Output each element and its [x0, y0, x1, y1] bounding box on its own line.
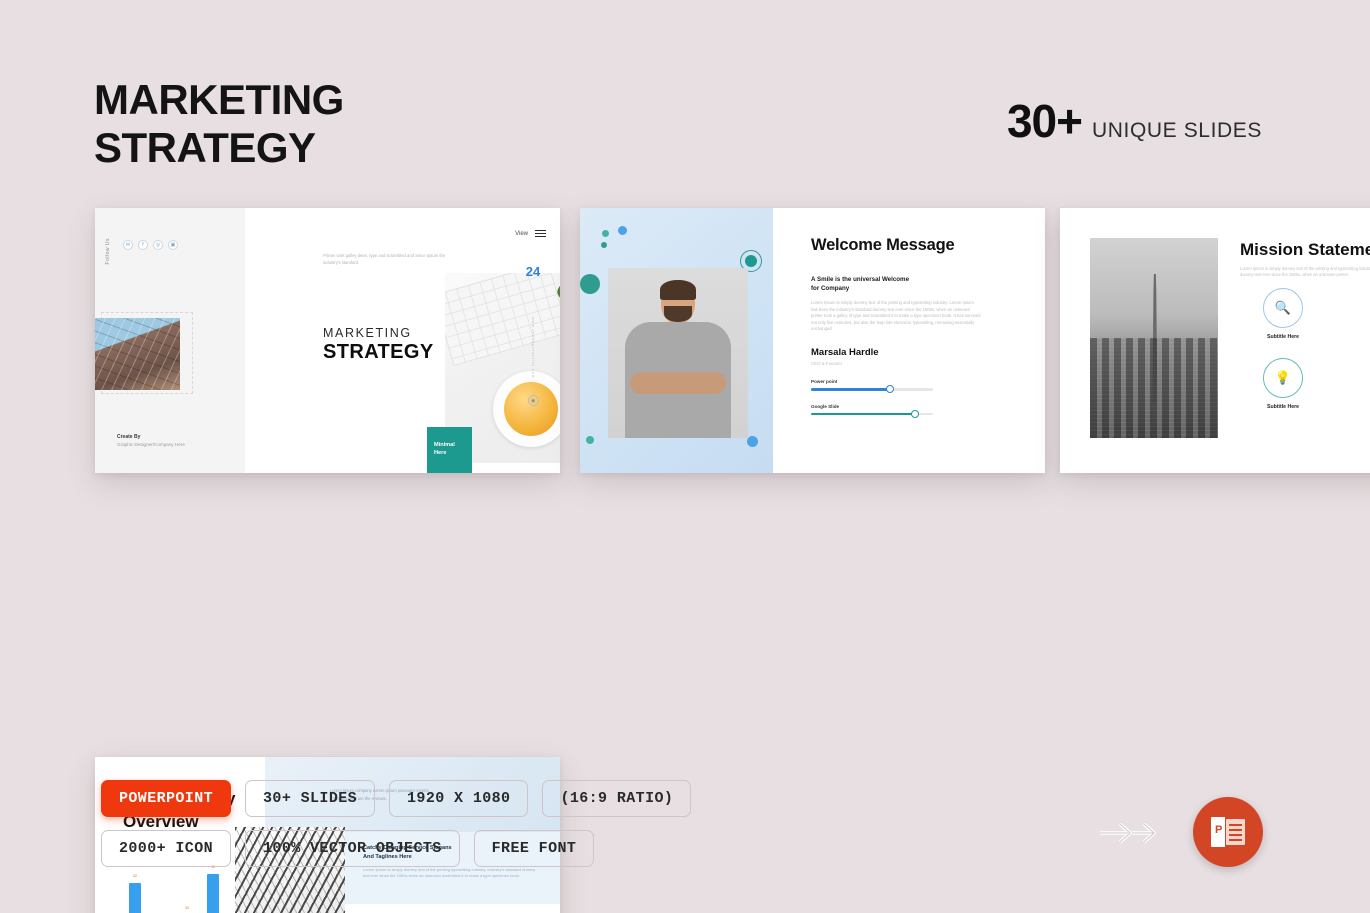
deco-dot-teal-sm	[602, 230, 609, 237]
skill-bar-fill	[811, 387, 891, 391]
unique-slides-callout: 30+ UNIQUE SLIDES	[1007, 94, 1262, 148]
deco-dot-teal-bottom	[586, 436, 594, 444]
mail-icon[interactable]: ✉	[123, 240, 133, 250]
page-title: MARKETING STRATEGY	[94, 76, 344, 171]
deco-dot-blue-sm	[618, 226, 627, 235]
hamburger-menu-icon[interactable]	[535, 230, 546, 238]
badge-powerpoint[interactable]: POWERPOINT	[101, 780, 232, 817]
powerpoint-logo-icon: P	[1193, 797, 1263, 867]
slide2-person-role: CEO & Founder	[811, 360, 843, 366]
mission-item-caption: Subtitle Here	[1267, 404, 1299, 410]
slide3-icon-grid: 🔍 Subtitle Here 📊 Subtitle Here 💡 Subtit…	[1240, 288, 1370, 410]
slide1-nav[interactable]: View	[515, 230, 546, 238]
building-photo	[95, 318, 180, 390]
slide1-eyebrow: MARKETING	[323, 326, 412, 340]
view-label[interactable]: View	[515, 231, 528, 237]
skill-bar-label: Google Slide	[811, 403, 840, 409]
skill-bar-track[interactable]	[811, 385, 933, 394]
lightbulb-idea-icon: 💡	[1263, 358, 1303, 398]
skill-bar-track[interactable]	[811, 409, 933, 418]
badge-free-font[interactable]: FREE FONT	[473, 830, 595, 867]
slide3-lead: Lorem Ipsum is simply dummy text of the …	[1240, 266, 1370, 278]
mission-item[interactable]: 🔍 Subtitle Here	[1240, 288, 1326, 340]
poster-canvas: MARKETING STRATEGY 30+ UNIQUE SLIDES Fol…	[0, 0, 1370, 913]
powerpoint-fold-shape: P	[1211, 817, 1225, 847]
feature-badges: POWERPOINT 30+ SLIDES 1920 X 1080 (16:9 …	[101, 780, 741, 880]
slide3-title: Mission Statement	[1240, 240, 1370, 259]
skill-bar-label: Power point	[811, 378, 838, 384]
created-by-value: Graphic Designer/Company Here	[117, 442, 185, 447]
slide1-lorem-text: Printer took galley deter, type and scra…	[323, 253, 446, 265]
portrait-photo	[608, 268, 748, 438]
mission-item[interactable]: 📊 Subtitle Here	[1350, 288, 1370, 340]
deco-dot-ring-core	[745, 255, 757, 267]
mission-item-caption: Subtitle Here	[1267, 334, 1299, 340]
slide-thumbnail-welcome-message[interactable]: Welcome Message A Smile is the universal…	[580, 208, 1045, 473]
badge-icons[interactable]: 2000+ ICON	[101, 830, 232, 867]
skill-bar-googleslide[interactable]: Google Slide	[811, 403, 933, 418]
skill-bar-powerpoint[interactable]: Power point	[811, 378, 933, 394]
slide-thumbnail-mission-statement[interactable]: Mission Statement Lorem Ipsum is simply …	[1060, 208, 1370, 473]
powerpoint-logo-inner: P	[1211, 817, 1245, 847]
slide1-lorem-block: Printer took galley deter, type and scra…	[323, 252, 453, 266]
slides-count-label: UNIQUE SLIDES	[1091, 119, 1262, 142]
slide2-subtitle: A Smile is the universal Welcome for Com…	[811, 276, 910, 292]
facebook-icon[interactable]: f	[138, 240, 148, 250]
city-skyline-photo	[1090, 238, 1218, 438]
follow-us-label: Follow Us	[105, 238, 111, 265]
mission-item-caption: Subtitle Here	[1350, 334, 1370, 340]
double-arrow-right-icon	[1098, 818, 1170, 848]
chart-bar: 42	[129, 874, 141, 913]
slide2-left-panel	[580, 208, 773, 473]
slide1-left-panel: Follow Us ✉ f ◎ ▣ Create By Graphic Desi…	[95, 208, 245, 473]
badge-slides-count[interactable]: 30+ SLIDES	[245, 780, 376, 817]
twitter-icon[interactable]: ◎	[153, 240, 163, 250]
mission-item-caption: Subtitle Here	[1350, 404, 1370, 410]
globe-icon: ◉	[527, 395, 539, 406]
feature-badges-row-1: POWERPOINT 30+ SLIDES 1920 X 1080 (16:9 …	[101, 780, 741, 817]
slide-thumbnail-marketing-strategy[interactable]: Follow Us ✉ f ◎ ▣ Create By Graphic Desi…	[95, 208, 560, 473]
slide1-right-rail: 24 www.reallygreatsite.com ◉	[518, 264, 548, 406]
slide1-headline: STRATEGY	[323, 341, 434, 363]
badge-resolution[interactable]: 1920 X 1080	[389, 780, 529, 817]
minimal-here-badge[interactable]: Minimal Here	[427, 427, 472, 473]
slide1-headline-block: MARKETING STRATEGY	[323, 326, 434, 364]
slide-number: 24	[525, 264, 541, 279]
skill-bar-knob[interactable]	[910, 409, 919, 418]
badge-ratio[interactable]: (16:9 RATIO)	[542, 780, 692, 817]
instagram-icon[interactable]: ▣	[168, 240, 178, 250]
badge-vector-objects[interactable]: 100% VECTOR OBJECTS	[245, 830, 460, 867]
slide2-right-panel: Welcome Message A Smile is the universal…	[773, 208, 1045, 473]
powerpoint-doc-shape	[1226, 819, 1245, 845]
chart-bar-label: 30	[184, 906, 190, 911]
mission-item[interactable]: 💻 Subtitle Here	[1350, 358, 1370, 410]
mission-item[interactable]: 💡 Subtitle Here	[1240, 358, 1326, 410]
skill-bar-knob[interactable]	[886, 385, 895, 394]
feature-badges-row-2: 2000+ ICON 100% VECTOR OBJECTS FREE FONT	[101, 830, 741, 867]
slides-count-number: 30+	[1006, 95, 1083, 147]
slide1-right-panel: View Printer took galley deter, type and…	[245, 208, 560, 473]
deco-dot-blue-bottom	[747, 436, 758, 447]
portrait-beard	[664, 306, 692, 322]
social-icons-row[interactable]: ✉ f ◎ ▣	[123, 240, 178, 250]
deco-dot-teal-xs	[601, 242, 607, 248]
slide2-person-name: Marsala Hardle	[811, 346, 879, 358]
slide2-title: Welcome Message	[811, 236, 955, 254]
skill-bar-fill	[811, 412, 915, 416]
slide2-body: Lorem Ipsum is simply dummy text of the …	[811, 300, 981, 332]
portrait-hair	[660, 280, 696, 300]
deco-dot-teal-lg	[580, 274, 600, 294]
search-document-icon: 🔍	[1263, 288, 1303, 328]
portrait-arms	[630, 372, 726, 394]
powerpoint-letter: P	[1215, 824, 1223, 836]
created-by-label: Create By	[117, 434, 141, 440]
created-by-block: Create By Graphic Designer/Company Here	[117, 434, 185, 447]
rail-website-text: www.reallygreatsite.com	[531, 317, 535, 379]
